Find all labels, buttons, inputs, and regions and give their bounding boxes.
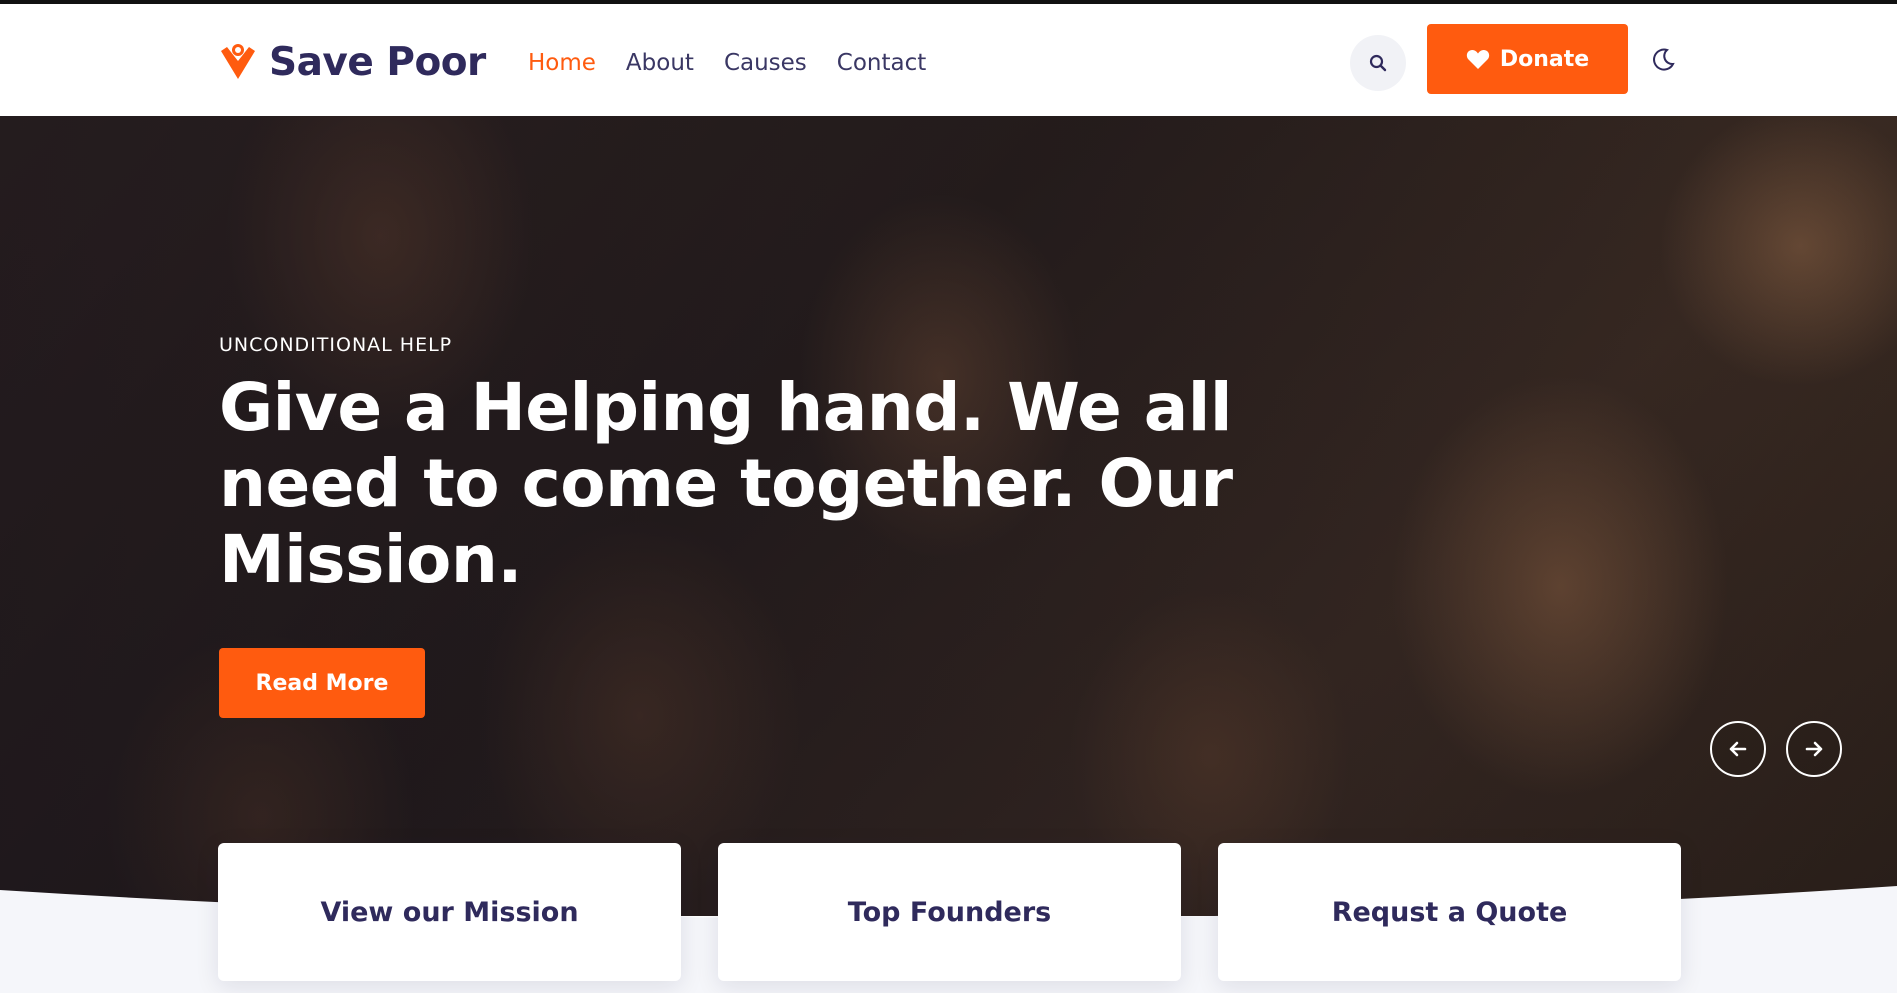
read-more-button[interactable]: Read More xyxy=(219,648,425,718)
arrow-right-icon xyxy=(1805,741,1823,757)
theme-toggle[interactable] xyxy=(1648,45,1678,75)
card-request-quote[interactable]: Requst a Quote xyxy=(1218,843,1681,981)
card-view-mission[interactable]: View our Mission xyxy=(218,843,681,981)
brand-name: Save Poor xyxy=(269,39,486,85)
site-header: Save Poor Home About Causes Contact Dona… xyxy=(0,4,1897,116)
slider-next-button[interactable] xyxy=(1786,721,1842,777)
heart-person-icon xyxy=(221,44,255,79)
donate-label: Donate xyxy=(1499,46,1590,72)
moon-icon xyxy=(1653,48,1675,71)
hero-section: UNCONDITIONAL HELP Give a Helping hand. … xyxy=(0,116,1897,916)
hero-headline: Give a Helping hand. We all need to come… xyxy=(219,369,1233,598)
arrow-left-icon xyxy=(1729,741,1747,757)
brand-logo[interactable]: Save Poor xyxy=(217,34,486,90)
slider-prev-button[interactable] xyxy=(1710,721,1766,777)
heart-icon xyxy=(1466,49,1489,69)
search-button[interactable] xyxy=(1350,35,1406,91)
card-label: View our Mission xyxy=(320,896,579,928)
search-icon xyxy=(1369,54,1387,72)
nav-item-contact[interactable]: Contact xyxy=(837,44,926,82)
hero-content: UNCONDITIONAL HELP Give a Helping hand. … xyxy=(219,334,1299,718)
nav-item-home[interactable]: Home xyxy=(528,44,596,82)
card-label: Requst a Quote xyxy=(1331,896,1568,928)
nav-item-about[interactable]: About xyxy=(626,44,694,82)
hero-eyebrow: UNCONDITIONAL HELP xyxy=(219,334,453,356)
donate-button[interactable]: Donate xyxy=(1427,24,1628,94)
card-label: Top Founders xyxy=(847,896,1052,928)
card-top-founders[interactable]: Top Founders xyxy=(718,843,1181,981)
main-nav: Home About Causes Contact xyxy=(528,44,926,82)
nav-item-causes[interactable]: Causes xyxy=(724,44,807,82)
